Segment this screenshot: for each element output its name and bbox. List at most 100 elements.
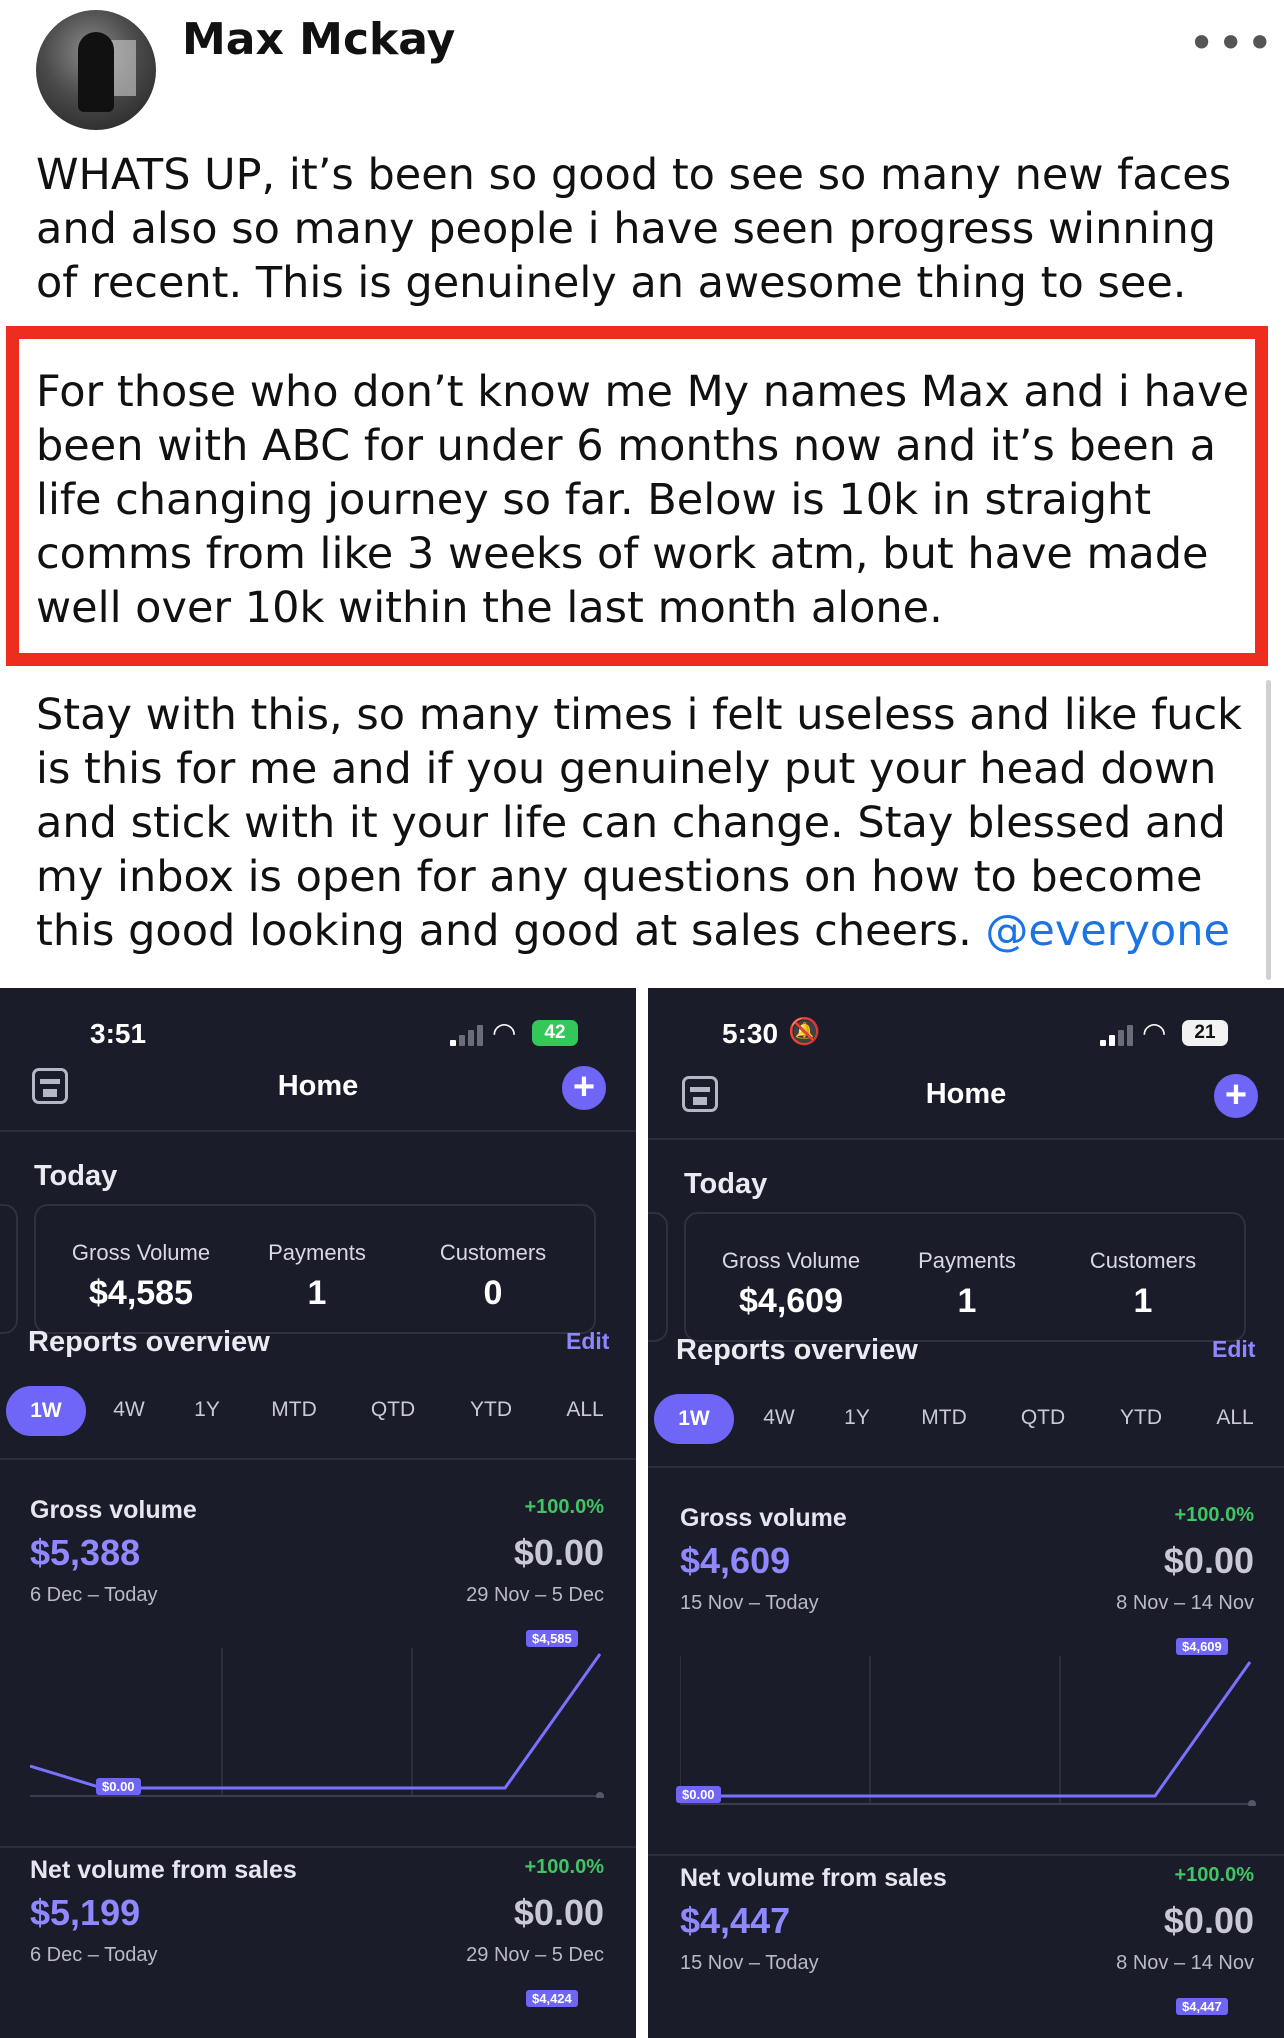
net-volume-prev-range: 29 Nov – 5 Dec (466, 1944, 604, 1966)
add-button[interactable]: + (1214, 1074, 1258, 1118)
range-tab-ytd[interactable]: YTD (456, 1398, 526, 1422)
net-volume-title: Net volume from sales (30, 1856, 297, 1884)
edit-link[interactable]: Edit (1212, 1336, 1255, 1363)
prev-card-edge[interactable] (648, 1212, 668, 1342)
net-volume-prev-range: 8 Nov – 14 Nov (1116, 1952, 1254, 1974)
wifi-icon: ◠ (492, 1017, 517, 1048)
today-title: Today (684, 1168, 768, 1200)
reports-title: Reports overview (676, 1334, 918, 1366)
avatar-figure (78, 32, 114, 112)
edit-link[interactable]: Edit (566, 1328, 609, 1355)
status-time: 3:51 (90, 1018, 147, 1049)
gross-chart-high-tag: $4,585 (526, 1630, 578, 1647)
stat-value-gross-volume: $4,585 (89, 1274, 193, 1312)
range-tab-all[interactable]: ALL (550, 1398, 620, 1422)
stat-label-customers: Customers (1089, 1248, 1197, 1273)
add-button[interactable]: + (562, 1066, 606, 1110)
nav-divider (0, 1130, 636, 1132)
gross-volume-chart[interactable] (680, 1656, 1256, 1806)
tabs-divider (648, 1466, 1284, 1468)
today-title: Today (34, 1160, 118, 1192)
gross-volume-change: +100.0% (524, 1496, 604, 1518)
signal-icon (450, 1024, 484, 1046)
range-tab-4w[interactable]: 4W (94, 1398, 164, 1422)
more-options-icon[interactable]: ••• (1188, 16, 1275, 70)
net-volume-range: 6 Dec – Today (30, 1944, 158, 1966)
today-stats-card[interactable]: Gross Volume $4,609 Payments 1 Customers… (684, 1212, 1246, 1342)
stat-value-payments: 1 (957, 1282, 977, 1320)
gross-volume-prev-value: $0.00 (1163, 1540, 1254, 1581)
range-tab-mtd[interactable]: MTD (259, 1398, 329, 1422)
net-volume-range: 15 Nov – Today (680, 1952, 819, 1974)
gross-volume-prev-value: $0.00 (513, 1532, 604, 1573)
net-volume-change: +100.0% (524, 1856, 604, 1878)
scrollbar[interactable] (1266, 680, 1271, 980)
gross-volume-range: 15 Nov – Today (680, 1592, 819, 1614)
net-volume-prev-value: $0.00 (1163, 1900, 1254, 1941)
stat-label-gross-volume: Gross Volume (71, 1240, 211, 1265)
net-chart-high-tag: $4,447 (1176, 1998, 1228, 2015)
stripe-screenshot-right: 5:30 🔕 ◠ 21 Home + Today Gross Volume $4… (648, 988, 1284, 2038)
status-time: 5:30 (722, 1018, 779, 1049)
wifi-icon: ◠ (1142, 1017, 1167, 1048)
gross-volume-change: +100.0% (1174, 1504, 1254, 1526)
net-volume-title: Net volume from sales (680, 1864, 947, 1892)
stat-label-payments: Payments (918, 1248, 1016, 1273)
nav-divider (648, 1138, 1284, 1140)
signal-icon (1100, 1024, 1134, 1046)
metrics-divider (0, 1846, 636, 1848)
range-tab-1y[interactable]: 1Y (172, 1398, 242, 1422)
gross-volume-chart[interactable] (30, 1648, 606, 1798)
range-tab-1w[interactable]: 1W (654, 1394, 734, 1444)
nav-title: Home (277, 1070, 359, 1102)
stat-value-customers: 0 (483, 1274, 503, 1312)
net-volume-prev-value: $0.00 (513, 1892, 604, 1933)
stat-value-payments: 1 (307, 1274, 327, 1312)
gross-volume-range: 6 Dec – Today (30, 1584, 158, 1606)
range-tab-qtd[interactable]: QTD (1008, 1406, 1078, 1430)
battery-icon: 42 (532, 1020, 578, 1046)
range-tab-4w[interactable]: 4W (744, 1406, 814, 1430)
stat-value-customers: 1 (1133, 1282, 1153, 1320)
screenshot-divider (636, 988, 648, 2038)
tabs-divider (0, 1458, 636, 1460)
range-tab-1y[interactable]: 1Y (822, 1406, 892, 1430)
bell-off-icon: 🔕 (788, 1016, 821, 1046)
gross-volume-title: Gross volume (30, 1496, 197, 1524)
range-tab-ytd[interactable]: YTD (1106, 1406, 1176, 1430)
post-header: Max Mckay ••• (0, 0, 1284, 140)
post-paragraph-2: For those who don’t know me My names Max… (36, 367, 1250, 633)
net-volume-change: +100.0% (1174, 1864, 1254, 1886)
gross-volume-prev-range: 29 Nov – 5 Dec (466, 1584, 604, 1606)
gross-volume-title: Gross volume (680, 1504, 847, 1532)
net-chart-high-tag: $4,424 (526, 1990, 578, 2007)
range-tab-mtd[interactable]: MTD (909, 1406, 979, 1430)
mention-link[interactable]: @everyone (985, 906, 1230, 956)
gross-chart-high-tag: $4,609 (1176, 1638, 1228, 1655)
avatar[interactable] (36, 10, 156, 130)
stat-label-payments: Payments (268, 1240, 366, 1265)
gross-volume-value: $5,388 (30, 1532, 141, 1573)
stat-value-gross-volume: $4,609 (739, 1282, 843, 1320)
nav-title: Home (925, 1078, 1007, 1110)
net-volume-value: $5,199 (30, 1892, 141, 1933)
range-tab-1w[interactable]: 1W (6, 1386, 86, 1436)
gross-volume-prev-range: 8 Nov – 14 Nov (1116, 1592, 1254, 1614)
prev-card-edge[interactable] (0, 1204, 18, 1334)
today-stats-card[interactable]: Gross Volume $4,585 Payments 1 Customers… (34, 1204, 596, 1334)
range-tab-qtd[interactable]: QTD (358, 1398, 428, 1422)
metrics-divider (648, 1854, 1284, 1856)
stripe-screenshot-left: 3:51 ◠ 42 Home + Today Gross Volume $4,5… (0, 988, 636, 2038)
gross-chart-low-tag: $0.00 (676, 1786, 721, 1803)
stat-label-gross-volume: Gross Volume (721, 1248, 861, 1273)
stat-label-customers: Customers (439, 1240, 547, 1265)
post-paragraph-1: WHATS UP, it’s been so good to see so ma… (36, 150, 1232, 308)
range-tab-all[interactable]: ALL (1200, 1406, 1270, 1430)
author-name[interactable]: Max Mckay (182, 14, 455, 65)
net-volume-value: $4,447 (680, 1900, 791, 1941)
battery-icon: 21 (1182, 1020, 1228, 1046)
gross-chart-low-tag: $0.00 (96, 1778, 141, 1795)
reports-title: Reports overview (28, 1326, 270, 1358)
gross-volume-value: $4,609 (680, 1540, 791, 1581)
post-paragraph-3: Stay with this, so many times i felt use… (36, 688, 1256, 958)
